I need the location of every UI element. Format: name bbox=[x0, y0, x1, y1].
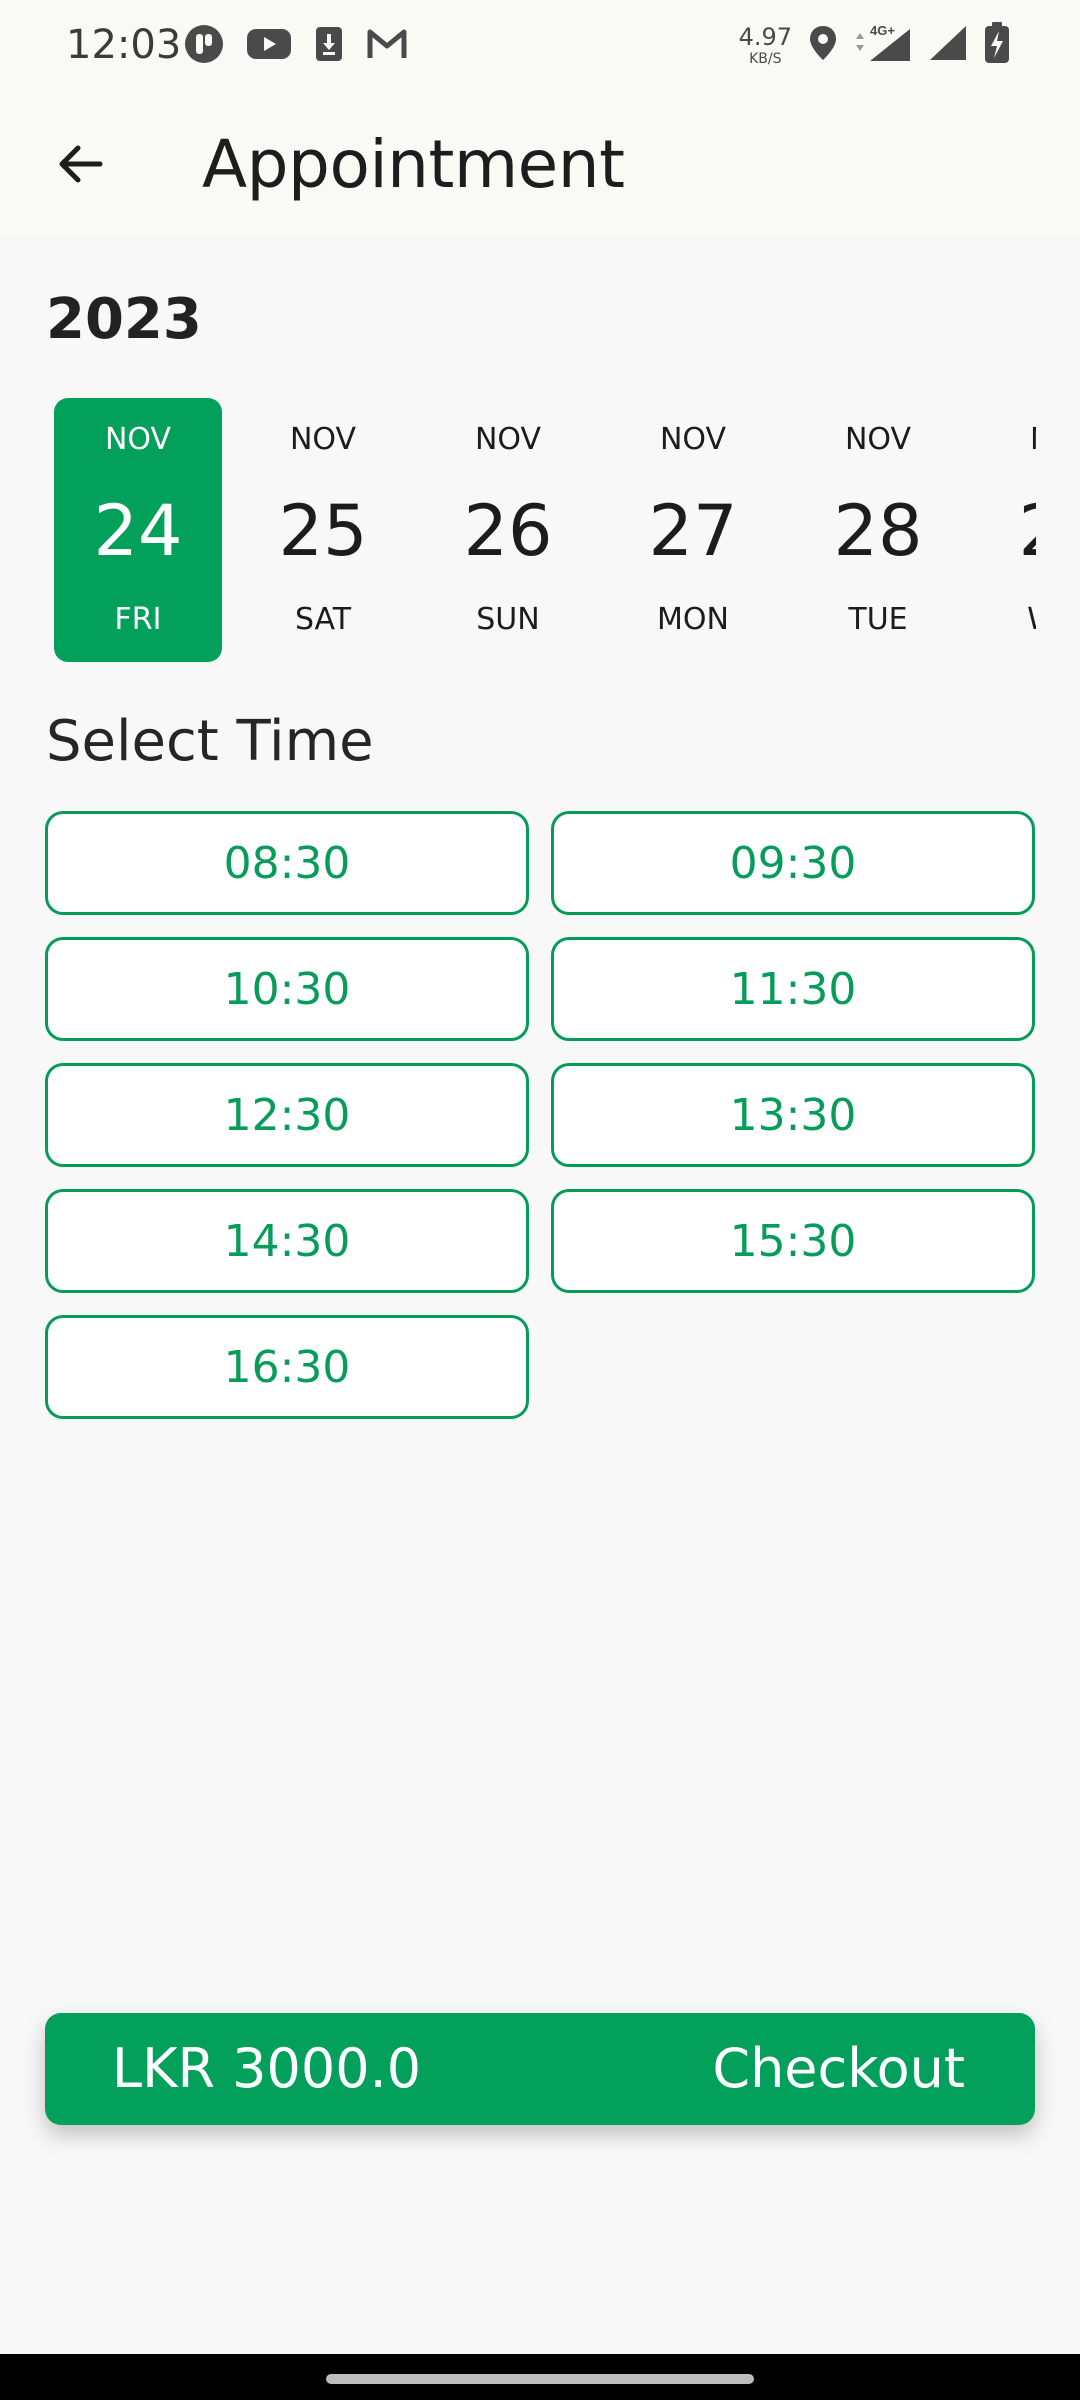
svg-text:4G+: 4G+ bbox=[870, 23, 895, 38]
date-item[interactable]: NOV 25 SAT bbox=[239, 398, 407, 662]
time-slot-grid: 08:30 09:30 10:30 11:30 12:30 13:30 14:3… bbox=[45, 811, 1035, 1419]
date-weekday: TUE bbox=[848, 602, 908, 637]
time-slot-button[interactable]: 10:30 bbox=[45, 937, 529, 1041]
app-bar: Appointment bbox=[0, 90, 1080, 236]
date-day: 28 bbox=[833, 490, 923, 572]
gesture-handle[interactable] bbox=[326, 2374, 754, 2384]
time-slot-button[interactable]: 12:30 bbox=[45, 1063, 529, 1167]
status-bar: 12:03 4.97 KB/S 4G+ bbox=[0, 0, 1080, 90]
date-weekday: MON bbox=[657, 602, 729, 637]
back-button[interactable] bbox=[40, 126, 120, 206]
gmail-icon bbox=[366, 28, 408, 64]
date-day: 27 bbox=[648, 490, 738, 572]
t-app-icon bbox=[184, 24, 224, 68]
checkout-label: Checkout bbox=[712, 2037, 965, 2100]
download-icon bbox=[314, 25, 344, 67]
date-day: 29 bbox=[979, 488, 1036, 574]
date-weekday: SAT bbox=[294, 602, 352, 637]
date-weekday: FRI bbox=[114, 602, 162, 637]
notification-icons bbox=[184, 24, 408, 68]
checkout-button[interactable]: LKR 3000.0 Checkout bbox=[45, 2013, 1035, 2125]
date-day: 26 bbox=[463, 490, 553, 572]
network-speed: 4.97 KB/S bbox=[738, 22, 792, 67]
date-month: NOV bbox=[104, 422, 172, 457]
date-item[interactable]: NOV 29 WED bbox=[979, 398, 1036, 662]
arrow-back-icon bbox=[54, 138, 106, 194]
youtube-icon bbox=[246, 27, 292, 65]
date-month: NOV bbox=[289, 422, 357, 457]
system-navigation-bar bbox=[0, 2354, 1080, 2400]
date-day: 24 bbox=[93, 490, 183, 572]
battery-charging-icon bbox=[984, 22, 1010, 68]
date-item[interactable]: NOV 27 MON bbox=[609, 398, 777, 662]
date-month: NOV bbox=[844, 422, 912, 457]
date-weekday: WED bbox=[979, 600, 1036, 640]
date-item[interactable]: NOV 28 TUE bbox=[794, 398, 962, 662]
time-slot-button[interactable]: 15:30 bbox=[551, 1189, 1035, 1293]
status-time: 12:03 bbox=[66, 22, 182, 68]
signal-icon bbox=[928, 24, 968, 66]
year-label: 2023 bbox=[46, 287, 202, 352]
date-month: NOV bbox=[659, 422, 727, 457]
time-slot-button[interactable]: 16:30 bbox=[45, 1315, 529, 1419]
mobile-data-icon: 4G+ bbox=[854, 23, 912, 67]
system-status-icons: 4.97 KB/S 4G+ bbox=[739, 20, 1010, 70]
time-slot-button[interactable]: 11:30 bbox=[551, 937, 1035, 1041]
date-weekday: SUN bbox=[476, 602, 540, 637]
date-month: NOV bbox=[474, 422, 542, 457]
time-slot-button[interactable]: 08:30 bbox=[45, 811, 529, 915]
select-time-heading: Select Time bbox=[46, 709, 374, 774]
page-title: Appointment bbox=[202, 126, 625, 203]
time-slot-button[interactable]: 09:30 bbox=[551, 811, 1035, 915]
time-slot-button[interactable]: 13:30 bbox=[551, 1063, 1035, 1167]
date-day: 25 bbox=[278, 490, 368, 572]
time-slot-button[interactable]: 14:30 bbox=[45, 1189, 529, 1293]
date-item-selected[interactable]: NOV 24 FRI bbox=[54, 398, 222, 662]
date-item[interactable]: NOV 26 SUN bbox=[424, 398, 592, 662]
date-month: NOV bbox=[979, 420, 1036, 460]
date-selector[interactable]: NOV 24 FRI NOV 25 SAT NOV 26 SUN NOV 27 … bbox=[0, 396, 1036, 664]
price-label: LKR 3000.0 bbox=[112, 2037, 422, 2100]
location-icon bbox=[808, 24, 838, 66]
